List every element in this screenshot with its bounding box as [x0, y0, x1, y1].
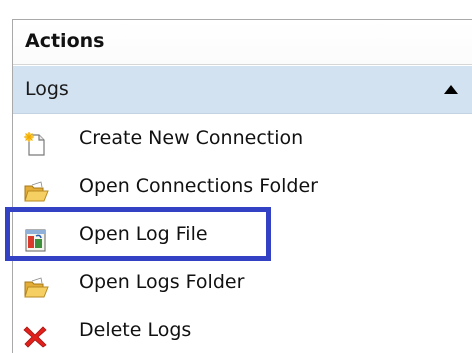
logs-group-header[interactable]: Logs: [13, 66, 472, 114]
action-delete-logs[interactable]: Delete Logs: [13, 306, 472, 353]
action-label: Open Connections Folder: [79, 175, 318, 197]
actions-pane-title: Actions: [25, 30, 105, 52]
action-label: Create New Connection: [79, 127, 304, 149]
action-label: Open Logs Folder: [79, 271, 245, 293]
action-create-new-connection[interactable]: Create New Connection: [13, 114, 472, 162]
action-label: Open Log File: [79, 223, 208, 245]
screenshot-canvas: Actions Logs Create New Connection Open …: [0, 0, 472, 353]
open-folder-icon: [23, 174, 49, 202]
action-open-logs-folder[interactable]: Open Logs Folder: [13, 258, 472, 306]
open-folder-icon: [23, 270, 49, 298]
new-document-icon: [23, 126, 49, 156]
action-open-log-file[interactable]: Open Log File: [13, 210, 472, 258]
collapse-triangle-icon[interactable]: [444, 85, 458, 94]
red-x-delete-icon: [23, 318, 49, 348]
logs-group-title: Logs: [25, 78, 69, 100]
actions-pane: Actions Logs Create New Connection Open …: [12, 19, 472, 353]
log-file-icon: [23, 222, 49, 252]
action-label: Delete Logs: [79, 319, 192, 341]
action-open-connections-folder[interactable]: Open Connections Folder: [13, 162, 472, 210]
actions-pane-header: Actions: [13, 20, 472, 65]
